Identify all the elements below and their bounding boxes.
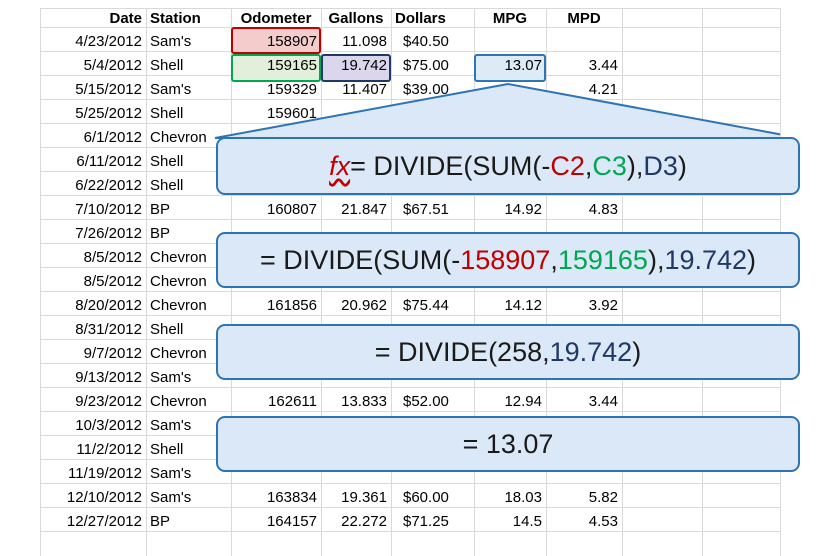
formula-sep: ,: [584, 150, 593, 181]
formula-text: ): [677, 150, 687, 181]
substitution-callout: = DIVIDE(SUM(- 158907 , 159165 ), 19.742…: [216, 232, 800, 288]
result-callout: = 13.07: [216, 416, 800, 472]
formula-sep: ,: [550, 244, 558, 275]
formula-callout: fx = DIVIDE(SUM(- C2 , C3 ), D3 ): [216, 137, 800, 195]
formula-text: = DIVIDE(SUM(-: [259, 244, 461, 275]
fx-icon: fx: [329, 150, 351, 181]
formula-text: ),: [647, 244, 665, 275]
simplified-callout: = DIVIDE(258, 19.742 ): [216, 324, 800, 380]
ref-C3: C3: [592, 150, 627, 181]
formula-text: ),: [626, 150, 644, 181]
value-C2: 158907: [460, 244, 551, 275]
formula-text: = DIVIDE(SUM(-: [350, 150, 551, 181]
formula-text: ): [747, 244, 757, 275]
formula-text: = DIVIDE(258,: [374, 336, 550, 367]
ref-D3: D3: [643, 150, 678, 181]
formula-text: ): [632, 336, 642, 367]
ref-C2: C2: [550, 150, 585, 181]
value-D3: 19.742: [664, 244, 748, 275]
result-text: = 13.07: [462, 428, 554, 459]
value-D3: 19.742: [549, 336, 633, 367]
value-C3: 159165: [557, 244, 648, 275]
